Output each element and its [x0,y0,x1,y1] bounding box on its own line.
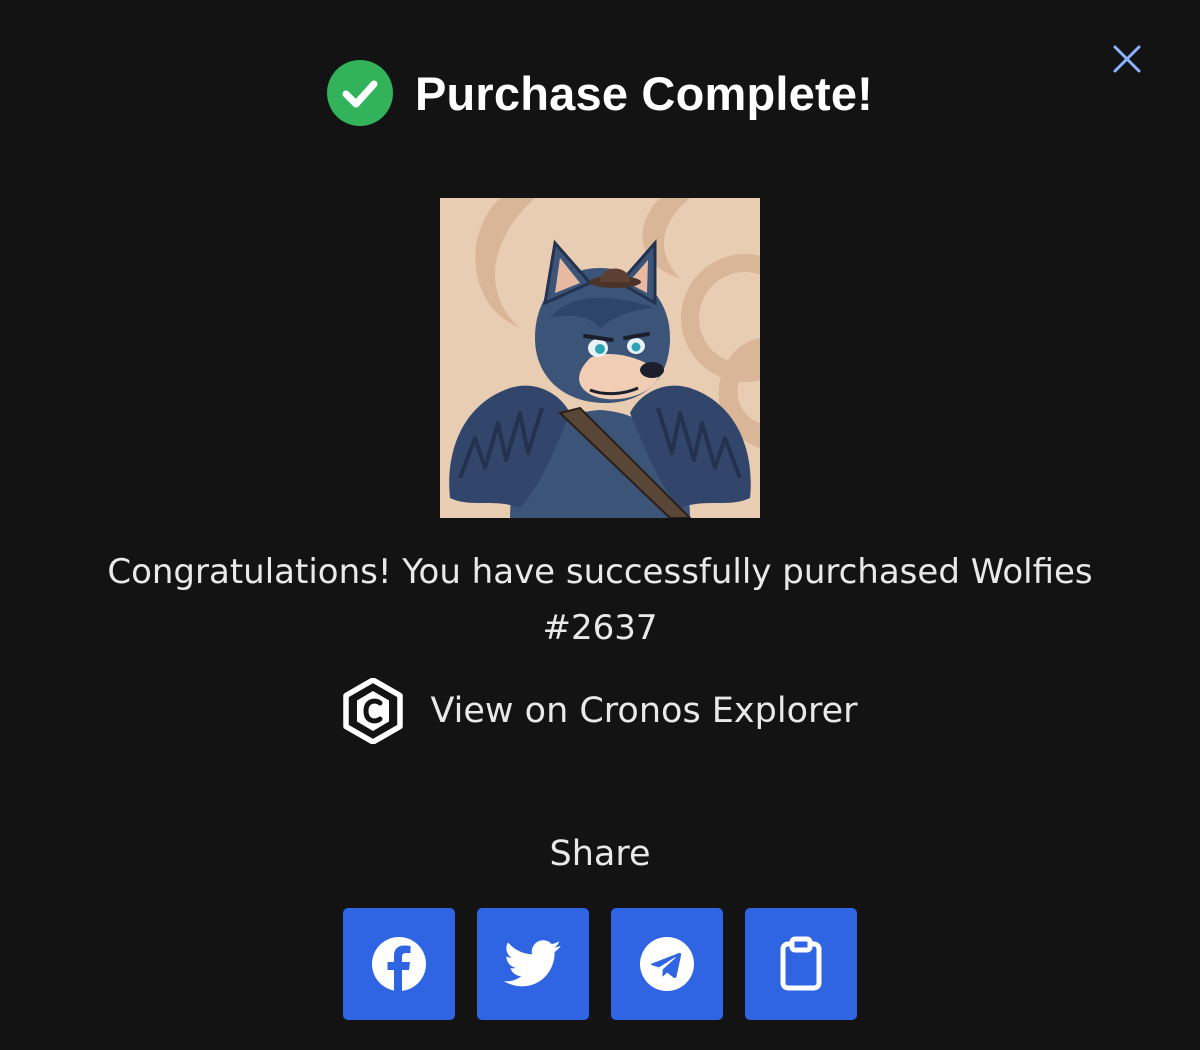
wolf-avatar-illustration [440,198,760,518]
cronos-logo-icon [343,678,404,744]
facebook-icon [372,937,426,991]
success-message: Congratulations! You have successfully p… [107,552,1093,648]
explorer-link-label: View on Cronos Explorer [430,691,858,731]
nft-image [440,198,760,518]
share-twitter-button[interactable] [477,908,589,1020]
modal-title: Purchase Complete! [414,66,874,120]
purchase-complete-modal: Purchase Complete! Congratulations! You … [0,0,1200,1050]
share-buttons [343,908,857,1020]
twitter-icon [504,940,561,987]
telegram-icon [640,937,694,991]
clipboard-icon [780,936,822,991]
share-telegram-button[interactable] [611,908,723,1020]
copy-link-button[interactable] [745,908,857,1020]
check-circle-icon [326,60,393,126]
modal-header: Purchase Complete! [0,58,1200,128]
share-facebook-button[interactable] [343,908,455,1020]
view-on-explorer-link[interactable]: View on Cronos Explorer [0,678,1200,744]
share-heading: Share [549,834,651,874]
